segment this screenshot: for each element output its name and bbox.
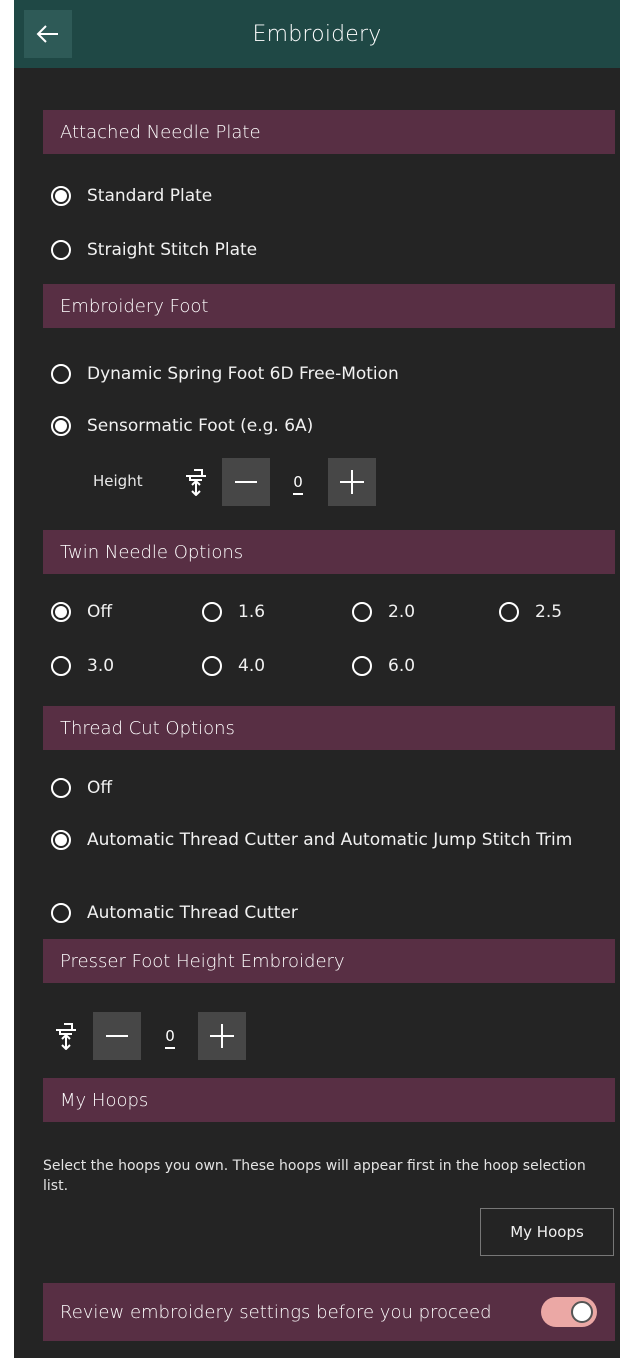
presser-value-text: 0: [165, 1027, 175, 1045]
header-bar: Embroidery: [14, 0, 620, 68]
radio-label: Straight Stitch Plate: [87, 240, 258, 260]
radio-auto-cutter[interactable]: Automatic Thread Cutter: [51, 903, 298, 923]
plus-icon: [340, 470, 364, 494]
radio-thread-cut-off[interactable]: Off: [51, 778, 112, 798]
presser-value: 0: [160, 1027, 180, 1049]
height-increase-button[interactable]: [328, 458, 376, 506]
section-presser-foot-height: Presser Foot Height Embroidery: [43, 939, 615, 983]
page-title: Embroidery: [252, 21, 382, 47]
radio-selected-icon: [51, 830, 71, 850]
radio-standard-plate[interactable]: Standard Plate: [51, 186, 212, 206]
radio-twin-2-5[interactable]: 2.5: [499, 602, 562, 622]
toggle-knob: [571, 1301, 593, 1323]
review-settings-toggle[interactable]: [541, 1297, 597, 1327]
radio-selected-icon: [51, 186, 71, 206]
radio-selected-icon: [51, 602, 71, 622]
height-value-text: 0: [293, 473, 303, 491]
radio-twin-2-0[interactable]: 2.0: [352, 602, 415, 622]
radio-label: Automatic Thread Cutter and Automatic Ju…: [87, 830, 573, 850]
radio-unselected-icon: [51, 903, 71, 923]
presser-foot-height-icon: [56, 1023, 76, 1050]
radio-label: Off: [87, 602, 113, 622]
radio-label: 1.6: [238, 602, 266, 622]
radio-twin-6-0[interactable]: 6.0: [352, 656, 415, 676]
radio-unselected-icon: [51, 240, 71, 260]
radio-label: 2.5: [535, 602, 563, 622]
minus-icon: [235, 481, 257, 483]
minus-icon: [106, 1035, 128, 1037]
my-hoops-button[interactable]: My Hoops: [480, 1208, 614, 1256]
review-settings-row: Review embroidery settings before you pr…: [43, 1283, 615, 1341]
section-embroidery-foot: Embroidery Foot: [43, 284, 615, 328]
presser-increase-button[interactable]: [198, 1012, 246, 1060]
radio-unselected-icon: [51, 656, 71, 676]
height-label: Height: [93, 472, 143, 490]
radio-unselected-icon: [352, 656, 372, 676]
radio-twin-4-0[interactable]: 4.0: [202, 656, 265, 676]
radio-unselected-icon: [202, 656, 222, 676]
radio-label: Standard Plate: [87, 186, 213, 206]
section-twin-needle: Twin Needle Options: [43, 530, 615, 574]
radio-twin-1-6[interactable]: 1.6: [202, 602, 265, 622]
radio-label: 4.0: [238, 656, 266, 676]
radio-unselected-icon: [352, 602, 372, 622]
radio-sensormatic-foot[interactable]: Sensormatic Foot (e.g. 6A): [51, 416, 313, 436]
radio-twin-off[interactable]: Off: [51, 602, 112, 622]
presser-foot-height-icon: [186, 469, 206, 496]
radio-label: Off: [87, 778, 113, 798]
radio-auto-cutter-and-trim[interactable]: Automatic Thread Cutter and Automatic Ju…: [51, 828, 577, 852]
radio-unselected-icon: [202, 602, 222, 622]
radio-label: 6.0: [388, 656, 416, 676]
radio-label: 2.0: [388, 602, 416, 622]
presser-decrease-button[interactable]: [93, 1012, 141, 1060]
section-needle-plate: Attached Needle Plate: [43, 110, 615, 154]
height-decrease-button[interactable]: [222, 458, 270, 506]
plus-icon: [210, 1024, 234, 1048]
radio-unselected-icon: [499, 602, 519, 622]
section-my-hoops: My Hoops: [43, 1078, 615, 1122]
radio-unselected-icon: [51, 364, 71, 384]
radio-selected-icon: [51, 416, 71, 436]
height-value: 0: [288, 473, 308, 495]
section-thread-cut: Thread Cut Options: [43, 706, 615, 750]
radio-label: 3.0: [87, 656, 115, 676]
hoops-description: Select the hoops you own. These hoops wi…: [43, 1158, 586, 1194]
radio-unselected-icon: [51, 778, 71, 798]
radio-twin-3-0[interactable]: 3.0: [51, 656, 114, 676]
radio-dynamic-spring-foot[interactable]: Dynamic Spring Foot 6D Free-Motion: [51, 364, 399, 384]
radio-label: Dynamic Spring Foot 6D Free-Motion: [87, 364, 399, 384]
radio-straight-stitch-plate[interactable]: Straight Stitch Plate: [51, 240, 257, 260]
radio-label: Automatic Thread Cutter: [87, 903, 298, 923]
radio-label: Sensormatic Foot (e.g. 6A): [87, 416, 314, 436]
review-settings-label: Review embroidery settings before you pr…: [60, 1301, 492, 1323]
